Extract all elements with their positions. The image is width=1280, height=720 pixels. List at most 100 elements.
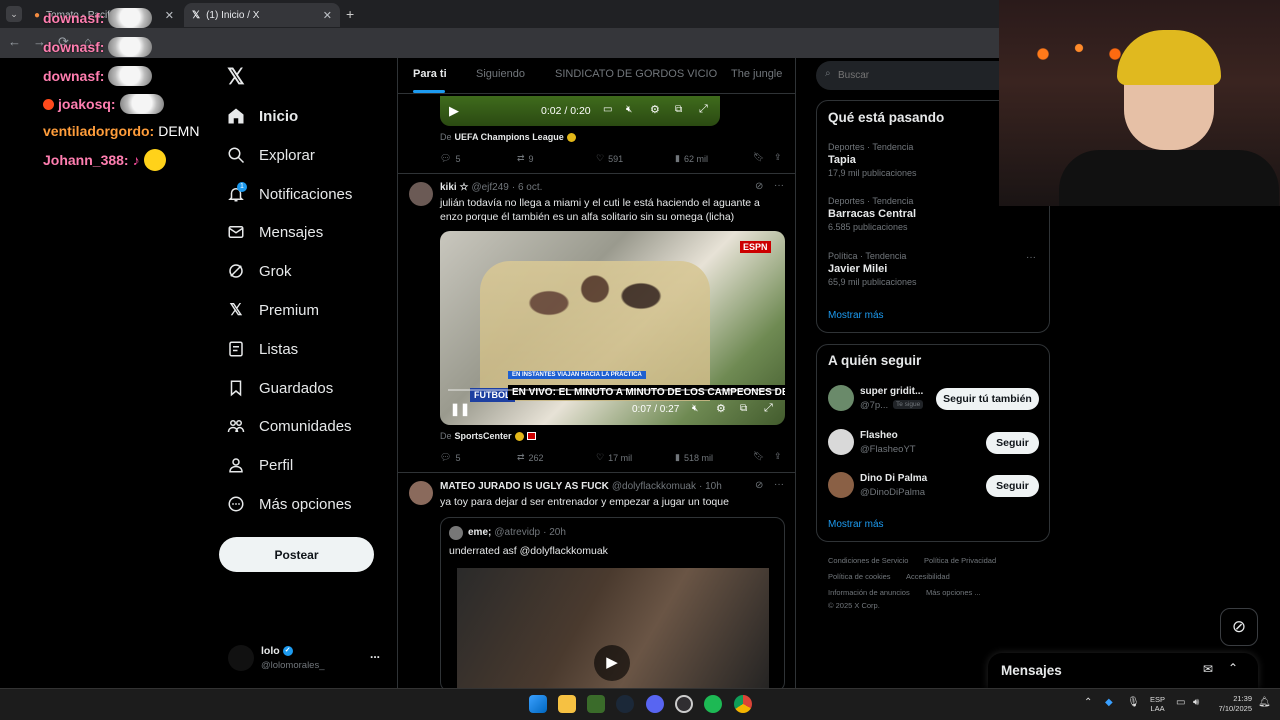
pause-icon[interactable]: ❚❚ <box>450 402 470 416</box>
footer-link[interactable]: Información de anuncios <box>828 588 910 597</box>
post-button[interactable]: Postear <box>219 537 374 572</box>
quote-video[interactable]: ▶ <box>457 568 769 691</box>
follow-button[interactable]: Seguir <box>986 432 1039 454</box>
nav-more[interactable]: Más opciones <box>227 489 352 519</box>
notifications-icon[interactable]: 🔔︎ <box>1258 697 1271 708</box>
close-icon[interactable]: ✕ <box>165 9 174 22</box>
fullscreen-icon[interactable]: ⤢ <box>764 402 773 415</box>
reply-action[interactable]: 💬︎ 5 <box>440 153 460 164</box>
like-action[interactable]: ♡ 591 <box>596 153 623 164</box>
nav-home[interactable]: Inicio <box>227 101 298 131</box>
clock[interactable]: 21:39 7/10/2025 <box>1212 694 1252 714</box>
browser-tab-active[interactable]: 𝕏 (1) Inicio / X ✕ <box>184 3 340 27</box>
file-explorer-icon[interactable] <box>558 695 576 713</box>
x-logo-icon[interactable]: 𝕏 <box>227 64 245 90</box>
bookmark-action[interactable]: 🔖︎ <box>753 152 764 163</box>
tab-para-ti[interactable]: Para ti <box>413 68 447 80</box>
account-switcher[interactable]: lolo ✓ @lolomorales_ ... <box>228 643 388 675</box>
app-icon[interactable] <box>587 695 605 713</box>
spotify-icon[interactable] <box>704 695 722 713</box>
footer-link[interactable]: Política de Privacidad <box>924 556 996 565</box>
trends-show-more[interactable]: Mostrar más <box>828 310 884 321</box>
views-action[interactable]: ▮ 518 mil <box>675 452 713 463</box>
avatar[interactable] <box>828 429 854 455</box>
lang-indicator[interactable]: ESP LAA <box>1150 695 1165 713</box>
mute-icon[interactable]: 🔇︎ <box>626 104 632 115</box>
footer-link[interactable]: Más opciones ... <box>926 588 981 597</box>
follow-name[interactable]: Dino Di Palma <box>860 473 927 484</box>
close-icon[interactable]: ✕ <box>323 9 332 22</box>
reply-action[interactable]: 💬︎ 5 <box>440 452 460 463</box>
settings-icon[interactable]: ⚙ <box>650 103 660 116</box>
author-handle[interactable]: @dolyflackkomuak <box>612 481 696 492</box>
video-player[interactable]: ESPN EN INSTANTES VIAJAN HACIA LA PRÁCTI… <box>440 231 785 425</box>
grok-icon[interactable]: ⊘ <box>755 480 763 491</box>
steam-icon[interactable] <box>616 695 634 713</box>
video-progress[interactable] <box>448 389 778 391</box>
quoted-tweet[interactable]: eme; @atrevidp · 20h underrated asf @dol… <box>440 517 785 692</box>
footer-link[interactable]: Política de cookies <box>828 572 891 581</box>
tweet-date[interactable]: · 10h <box>699 481 722 492</box>
trend-item[interactable]: Política · Tendencia Javier Milei 65,9 m… <box>828 251 1038 287</box>
bookmark-action[interactable]: 🔖︎ <box>753 451 764 462</box>
back-icon[interactable]: ← <box>8 34 21 49</box>
tab-list-sindicato[interactable]: SINDICATO DE GORDOS VICIO <box>555 68 717 80</box>
pip-icon[interactable]: ⧉ <box>740 403 747 414</box>
chrome-icon[interactable] <box>734 695 752 713</box>
expand-icon[interactable]: ⌃ <box>1228 661 1238 675</box>
tweet-date[interactable]: · 6 oct. <box>512 182 543 193</box>
follow-show-more[interactable]: Mostrar más <box>828 519 884 530</box>
avatar[interactable] <box>828 385 854 411</box>
nav-bookmarks[interactable]: Guardados <box>227 373 333 403</box>
nav-messages[interactable]: Mensajes <box>227 217 323 247</box>
author-handle[interactable]: @ejf249 <box>471 182 508 193</box>
retweet-action[interactable]: ⇄ 9 <box>517 153 534 164</box>
avatar[interactable] <box>409 481 433 505</box>
author-name[interactable]: kiki ☆ <box>440 182 468 193</box>
follow-button[interactable]: Seguir <box>986 475 1039 497</box>
network-icon[interactable]: ▭ <box>1176 697 1185 708</box>
tab-siguiendo[interactable]: Siguiendo <box>476 68 525 80</box>
microphone-icon[interactable]: 🎙︎ <box>1127 697 1140 708</box>
play-icon[interactable]: ▶ <box>449 103 459 119</box>
tab-list-jungle[interactable]: The jungle <box>731 68 782 80</box>
messages-drawer[interactable]: Mensajes ✉ ⌃ <box>988 653 1258 688</box>
grok-icon[interactable]: ⊘ <box>755 181 763 192</box>
author-name[interactable]: MATEO JURADO IS UGLY AS FUCK <box>440 481 609 492</box>
follow-name[interactable]: Flasheo <box>860 430 898 441</box>
nav-communities[interactable]: Comunidades <box>227 411 352 441</box>
avatar[interactable] <box>409 182 433 206</box>
nav-lists[interactable]: Listas <box>227 334 298 364</box>
settings-icon[interactable]: ⚙ <box>716 402 726 415</box>
more-icon[interactable]: ··· <box>774 180 784 191</box>
source-name[interactable]: UEFA Champions League <box>455 132 564 142</box>
tray-chevron-icon[interactable]: ⌃ <box>1084 697 1092 708</box>
nav-explore[interactable]: Explorar <box>227 140 315 170</box>
obs-icon[interactable] <box>675 695 693 713</box>
tab-list-button[interactable]: ⌄ <box>6 6 22 22</box>
follow-back-button[interactable]: Seguir tú también <box>936 388 1039 410</box>
tray-app-icon[interactable]: ◆ <box>1105 697 1113 708</box>
pip-icon[interactable]: ⧉ <box>675 104 682 115</box>
share-action[interactable]: ⇪ <box>774 451 782 462</box>
start-icon[interactable] <box>529 695 547 713</box>
footer-link[interactable]: Accesibilidad <box>906 572 950 581</box>
search-input[interactable] <box>838 67 988 83</box>
new-message-icon[interactable]: ✉ <box>1203 662 1213 676</box>
volume-icon[interactable]: 🔊︎ <box>1193 697 1199 708</box>
nav-premium[interactable]: 𝕏 Premium <box>227 295 319 325</box>
captions-icon[interactable]: ▭ <box>603 104 612 115</box>
discord-icon[interactable] <box>646 695 664 713</box>
share-action[interactable]: ⇪ <box>774 152 782 163</box>
footer-link[interactable]: Condiciones de Servicio <box>828 556 908 565</box>
source-name[interactable]: SportsCenter <box>455 431 512 441</box>
mute-icon[interactable]: 🔇︎ <box>692 403 698 414</box>
grok-fab[interactable]: ⊘ <box>1220 608 1258 646</box>
more-icon[interactable]: ··· <box>1026 252 1036 263</box>
more-icon[interactable]: ··· <box>774 479 784 490</box>
retweet-action[interactable]: ⇄ 262 <box>517 452 544 463</box>
nav-profile[interactable]: Perfil <box>227 450 293 480</box>
nav-grok[interactable]: Grok <box>227 256 292 286</box>
new-tab-button[interactable]: + <box>346 6 354 22</box>
avatar[interactable] <box>828 472 854 498</box>
